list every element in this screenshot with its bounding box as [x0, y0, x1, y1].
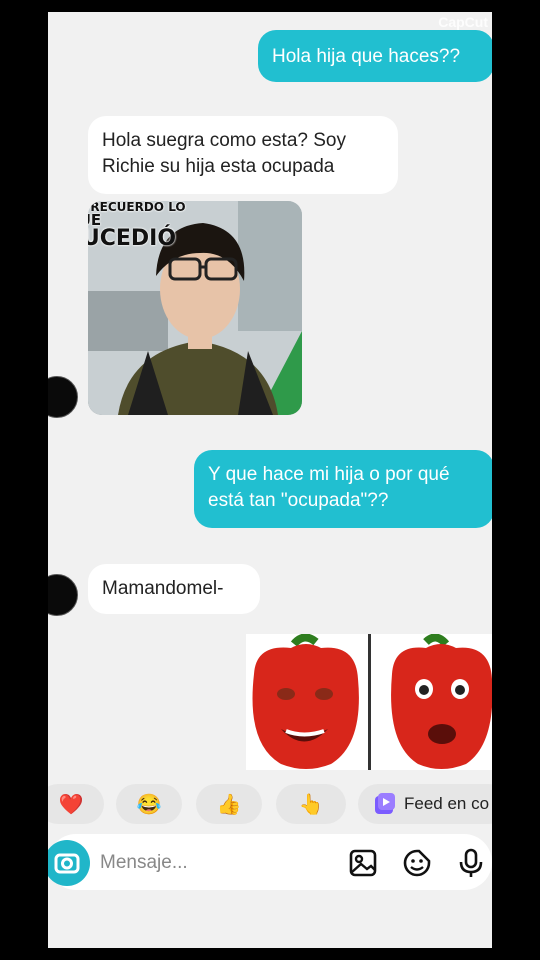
- camera-button[interactable]: [48, 840, 90, 886]
- camera-icon: [54, 853, 80, 874]
- reaction-heart-button[interactable]: ❤️: [48, 784, 104, 824]
- feed-button[interactable]: Feed en co: [358, 784, 492, 824]
- sticker-image[interactable]: [246, 634, 492, 770]
- meme-caption: NO RECUERDO LO QUE SUCEDIÓ: [88, 201, 186, 250]
- thumbs-up-icon: 👍: [216, 793, 242, 816]
- avatar[interactable]: [48, 376, 78, 418]
- feed-label: Feed en co: [404, 794, 490, 813]
- meme-image[interactable]: NO RECUERDO LO QUE SUCEDIÓ: [88, 201, 302, 415]
- gallery-icon[interactable]: [348, 848, 378, 878]
- microphone-icon[interactable]: [456, 848, 486, 878]
- message-input[interactable]: Mensaje...: [100, 852, 188, 874]
- avatar[interactable]: [48, 574, 78, 616]
- divider: [368, 634, 371, 770]
- laughing-emoji-icon: 😂: [136, 793, 162, 816]
- chat-screen: CapCut Hola hija que haces?? Hola suegra…: [48, 12, 492, 948]
- meme-caption-line: NO RECUERDO LO: [88, 201, 186, 214]
- heart-icon: ❤️: [58, 793, 84, 816]
- reaction-laugh-button[interactable]: 😂: [116, 784, 182, 824]
- message-incoming[interactable]: Mamandomel-: [88, 564, 260, 614]
- sticker-icon[interactable]: [402, 848, 432, 878]
- message-outgoing[interactable]: Y que hace mi hija o por qué está tan "o…: [194, 450, 492, 528]
- meme-caption-line: SUCEDIÓ: [88, 226, 177, 251]
- quick-reactions-bar: ❤️ 😂 👍 👆 Feed en co: [48, 780, 492, 828]
- watermark: CapCut: [438, 14, 488, 30]
- message-outgoing[interactable]: Hola hija que haces??: [258, 30, 492, 82]
- reaction-thumbs-up-button[interactable]: 👍: [196, 784, 262, 824]
- reaction-point-button[interactable]: 👆: [276, 784, 346, 824]
- message-input-bar: Mensaje...: [48, 834, 492, 890]
- feed-icon: [375, 793, 395, 814]
- message-incoming[interactable]: Hola suegra como esta? Soy Richie su hij…: [88, 116, 398, 194]
- pointing-hand-icon: 👆: [298, 793, 324, 816]
